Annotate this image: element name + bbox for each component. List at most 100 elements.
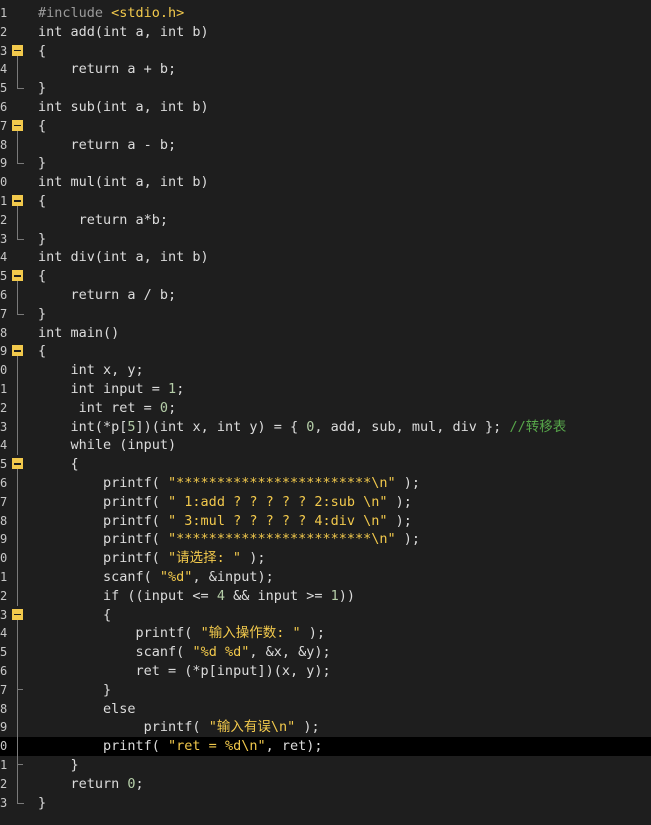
code-line[interactable]: 3{ bbox=[0, 42, 651, 61]
fold-guide bbox=[12, 568, 32, 587]
code-text: printf( " 1:add ? ? ? ? ? 2:sub \n" ); bbox=[38, 493, 412, 510]
code-line[interactable]: 7} bbox=[0, 304, 651, 324]
code-line[interactable]: 2 return 0; bbox=[0, 774, 651, 794]
code-line[interactable]: 2 if ((input <= 4 && input >= 1)) bbox=[0, 586, 651, 606]
code-text: int div(int a, int b) bbox=[38, 249, 209, 266]
line-number: 0 bbox=[0, 175, 8, 190]
fold-toggle-icon[interactable] bbox=[12, 117, 32, 136]
code-line[interactable]: 9{ bbox=[0, 342, 651, 362]
code-text: { bbox=[38, 193, 47, 209]
line-number: 3 bbox=[0, 43, 8, 58]
code-text: else bbox=[38, 700, 136, 717]
code-line[interactable]: 7 printf( " 1:add ? ? ? ? ? 2:sub \n" ); bbox=[0, 492, 651, 512]
code-line[interactable]: 0 printf( "请选择: " ); bbox=[0, 549, 651, 568]
code-line[interactable]: 4 while (input) bbox=[0, 436, 651, 456]
code-line[interactable]: 2 int ret = 0; bbox=[0, 398, 651, 418]
line-number: 9 bbox=[0, 344, 8, 359]
code-line[interactable]: 1 } bbox=[0, 756, 651, 775]
code-line[interactable]: 0 int x, y; bbox=[0, 361, 651, 380]
line-number: 8 bbox=[0, 701, 8, 716]
code-line[interactable]: 7{ bbox=[0, 117, 651, 136]
code-line[interactable]: 3} bbox=[0, 229, 651, 249]
code-line[interactable]: 5} bbox=[0, 79, 651, 98]
code-line[interactable]: 5 { bbox=[0, 455, 651, 475]
code-line[interactable]: 4 printf( "输入操作数: " ); bbox=[0, 624, 651, 644]
line-number: 2 bbox=[0, 212, 8, 227]
code-text: printf( " 3:mul ? ? ? ? ? 4:div \n" ); bbox=[38, 512, 412, 529]
code-line[interactable]: 3 { bbox=[0, 606, 651, 625]
code-line[interactable]: 4 int div(int a, int b) bbox=[0, 248, 651, 267]
fold-guide bbox=[12, 98, 32, 117]
code-line[interactable]: 0 int mul(int a, int b) bbox=[0, 173, 651, 192]
fold-guide bbox=[12, 154, 32, 173]
code-line[interactable]: 3} bbox=[0, 793, 651, 813]
code-line[interactable]: 3 int(*p[5])(int x, int y) = { 0, add, s… bbox=[0, 417, 651, 437]
code-line[interactable]: 9} bbox=[0, 154, 651, 173]
code-text: { bbox=[38, 343, 47, 360]
line-number: 1 bbox=[0, 382, 8, 396]
code-line[interactable]: 8 printf( " 3:mul ? ? ? ? ? 4:div \n" ); bbox=[0, 511, 651, 531]
fold-guide bbox=[12, 737, 32, 756]
code-line[interactable]: 8 int main() bbox=[0, 324, 651, 343]
code-editor[interactable]: 1 #include <stdio.h> 2 int add(int a, int b… bbox=[0, 0, 651, 825]
line-number: 6 bbox=[0, 664, 8, 678]
code-text: while (input) bbox=[38, 437, 177, 454]
code-text: printf( "************************\n" ); bbox=[38, 475, 421, 491]
fold-toggle-icon[interactable] bbox=[12, 192, 32, 211]
fold-guide bbox=[12, 774, 32, 794]
code-line[interactable]: 2 int add(int a, int b) bbox=[0, 23, 651, 42]
fold-guide bbox=[12, 680, 32, 700]
code-text: } bbox=[38, 80, 47, 97]
fold-guide bbox=[12, 324, 32, 343]
code-text: { bbox=[38, 268, 47, 285]
code-line[interactable]: 4 return a + b; bbox=[0, 60, 651, 80]
code-text: scanf( "%d", &input); bbox=[38, 569, 274, 585]
line-number: 8 bbox=[0, 325, 8, 340]
fold-guide bbox=[12, 361, 32, 380]
code-line[interactable]: 6 return a / b; bbox=[0, 286, 651, 305]
line-number: 1 bbox=[0, 194, 8, 208]
code-line[interactable]: 9 printf( "************************\n" )… bbox=[0, 530, 651, 550]
fold-toggle-icon[interactable] bbox=[12, 342, 32, 362]
code-text: return a*b; bbox=[38, 211, 169, 228]
fold-guide bbox=[12, 23, 32, 42]
code-line[interactable]: 7 } bbox=[0, 680, 651, 700]
code-line[interactable]: 8 return a - b; bbox=[0, 135, 651, 155]
line-number: 3 bbox=[0, 795, 8, 810]
code-text: return a / b; bbox=[38, 287, 177, 303]
code-text: printf( "输入有误\n" ); bbox=[38, 719, 320, 736]
line-number: 6 bbox=[0, 476, 8, 490]
fold-toggle-icon[interactable] bbox=[12, 606, 32, 625]
code-line[interactable]: 5 scanf( "%d %d", &x, &y); bbox=[0, 643, 651, 662]
code-line[interactable]: 1{ bbox=[0, 192, 651, 211]
code-line[interactable]: 5{ bbox=[0, 267, 651, 287]
fold-guide bbox=[12, 4, 32, 23]
line-number: 1 bbox=[0, 570, 8, 584]
fold-guide bbox=[12, 699, 32, 719]
code-line[interactable]: 0 printf( "ret = %d\n", ret); bbox=[0, 737, 651, 756]
code-line[interactable]: 6 int sub(int a, int b) bbox=[0, 98, 651, 117]
code-line[interactable]: 1 scanf( "%d", &input); bbox=[0, 568, 651, 587]
code-line[interactable]: 1 #include <stdio.h> bbox=[0, 4, 651, 23]
code-line[interactable]: 1 int input = 1; bbox=[0, 380, 651, 399]
line-number: 5 bbox=[0, 81, 8, 96]
line-number: 4 bbox=[0, 250, 8, 265]
line-number: 7 bbox=[0, 682, 8, 697]
code-text: int(*p[5])(int x, int y) = { 0, add, sub… bbox=[38, 418, 567, 435]
fold-toggle-icon[interactable] bbox=[12, 267, 32, 287]
fold-toggle-icon[interactable] bbox=[12, 42, 32, 61]
code-line[interactable]: 6 printf( "************************\n" )… bbox=[0, 474, 651, 493]
code-text: int add(int a, int b) bbox=[38, 23, 209, 40]
code-line[interactable]: 9 printf( "输入有误\n" ); bbox=[0, 718, 651, 738]
code-text: printf( "************************\n" ); bbox=[38, 531, 421, 548]
code-text: printf( "请选择: " ); bbox=[38, 550, 266, 567]
fold-guide bbox=[12, 756, 32, 775]
code-text: return a - b; bbox=[38, 136, 177, 153]
fold-toggle-icon[interactable] bbox=[12, 455, 32, 475]
fold-guide bbox=[12, 530, 32, 550]
code-line[interactable]: 6 ret = (*p[input])(x, y); bbox=[0, 662, 651, 681]
code-text: printf( "输入操作数: " ); bbox=[38, 625, 325, 642]
fold-guide bbox=[12, 248, 32, 267]
code-line[interactable]: 2 return a*b; bbox=[0, 210, 651, 230]
code-line[interactable]: 8 else bbox=[0, 699, 651, 719]
